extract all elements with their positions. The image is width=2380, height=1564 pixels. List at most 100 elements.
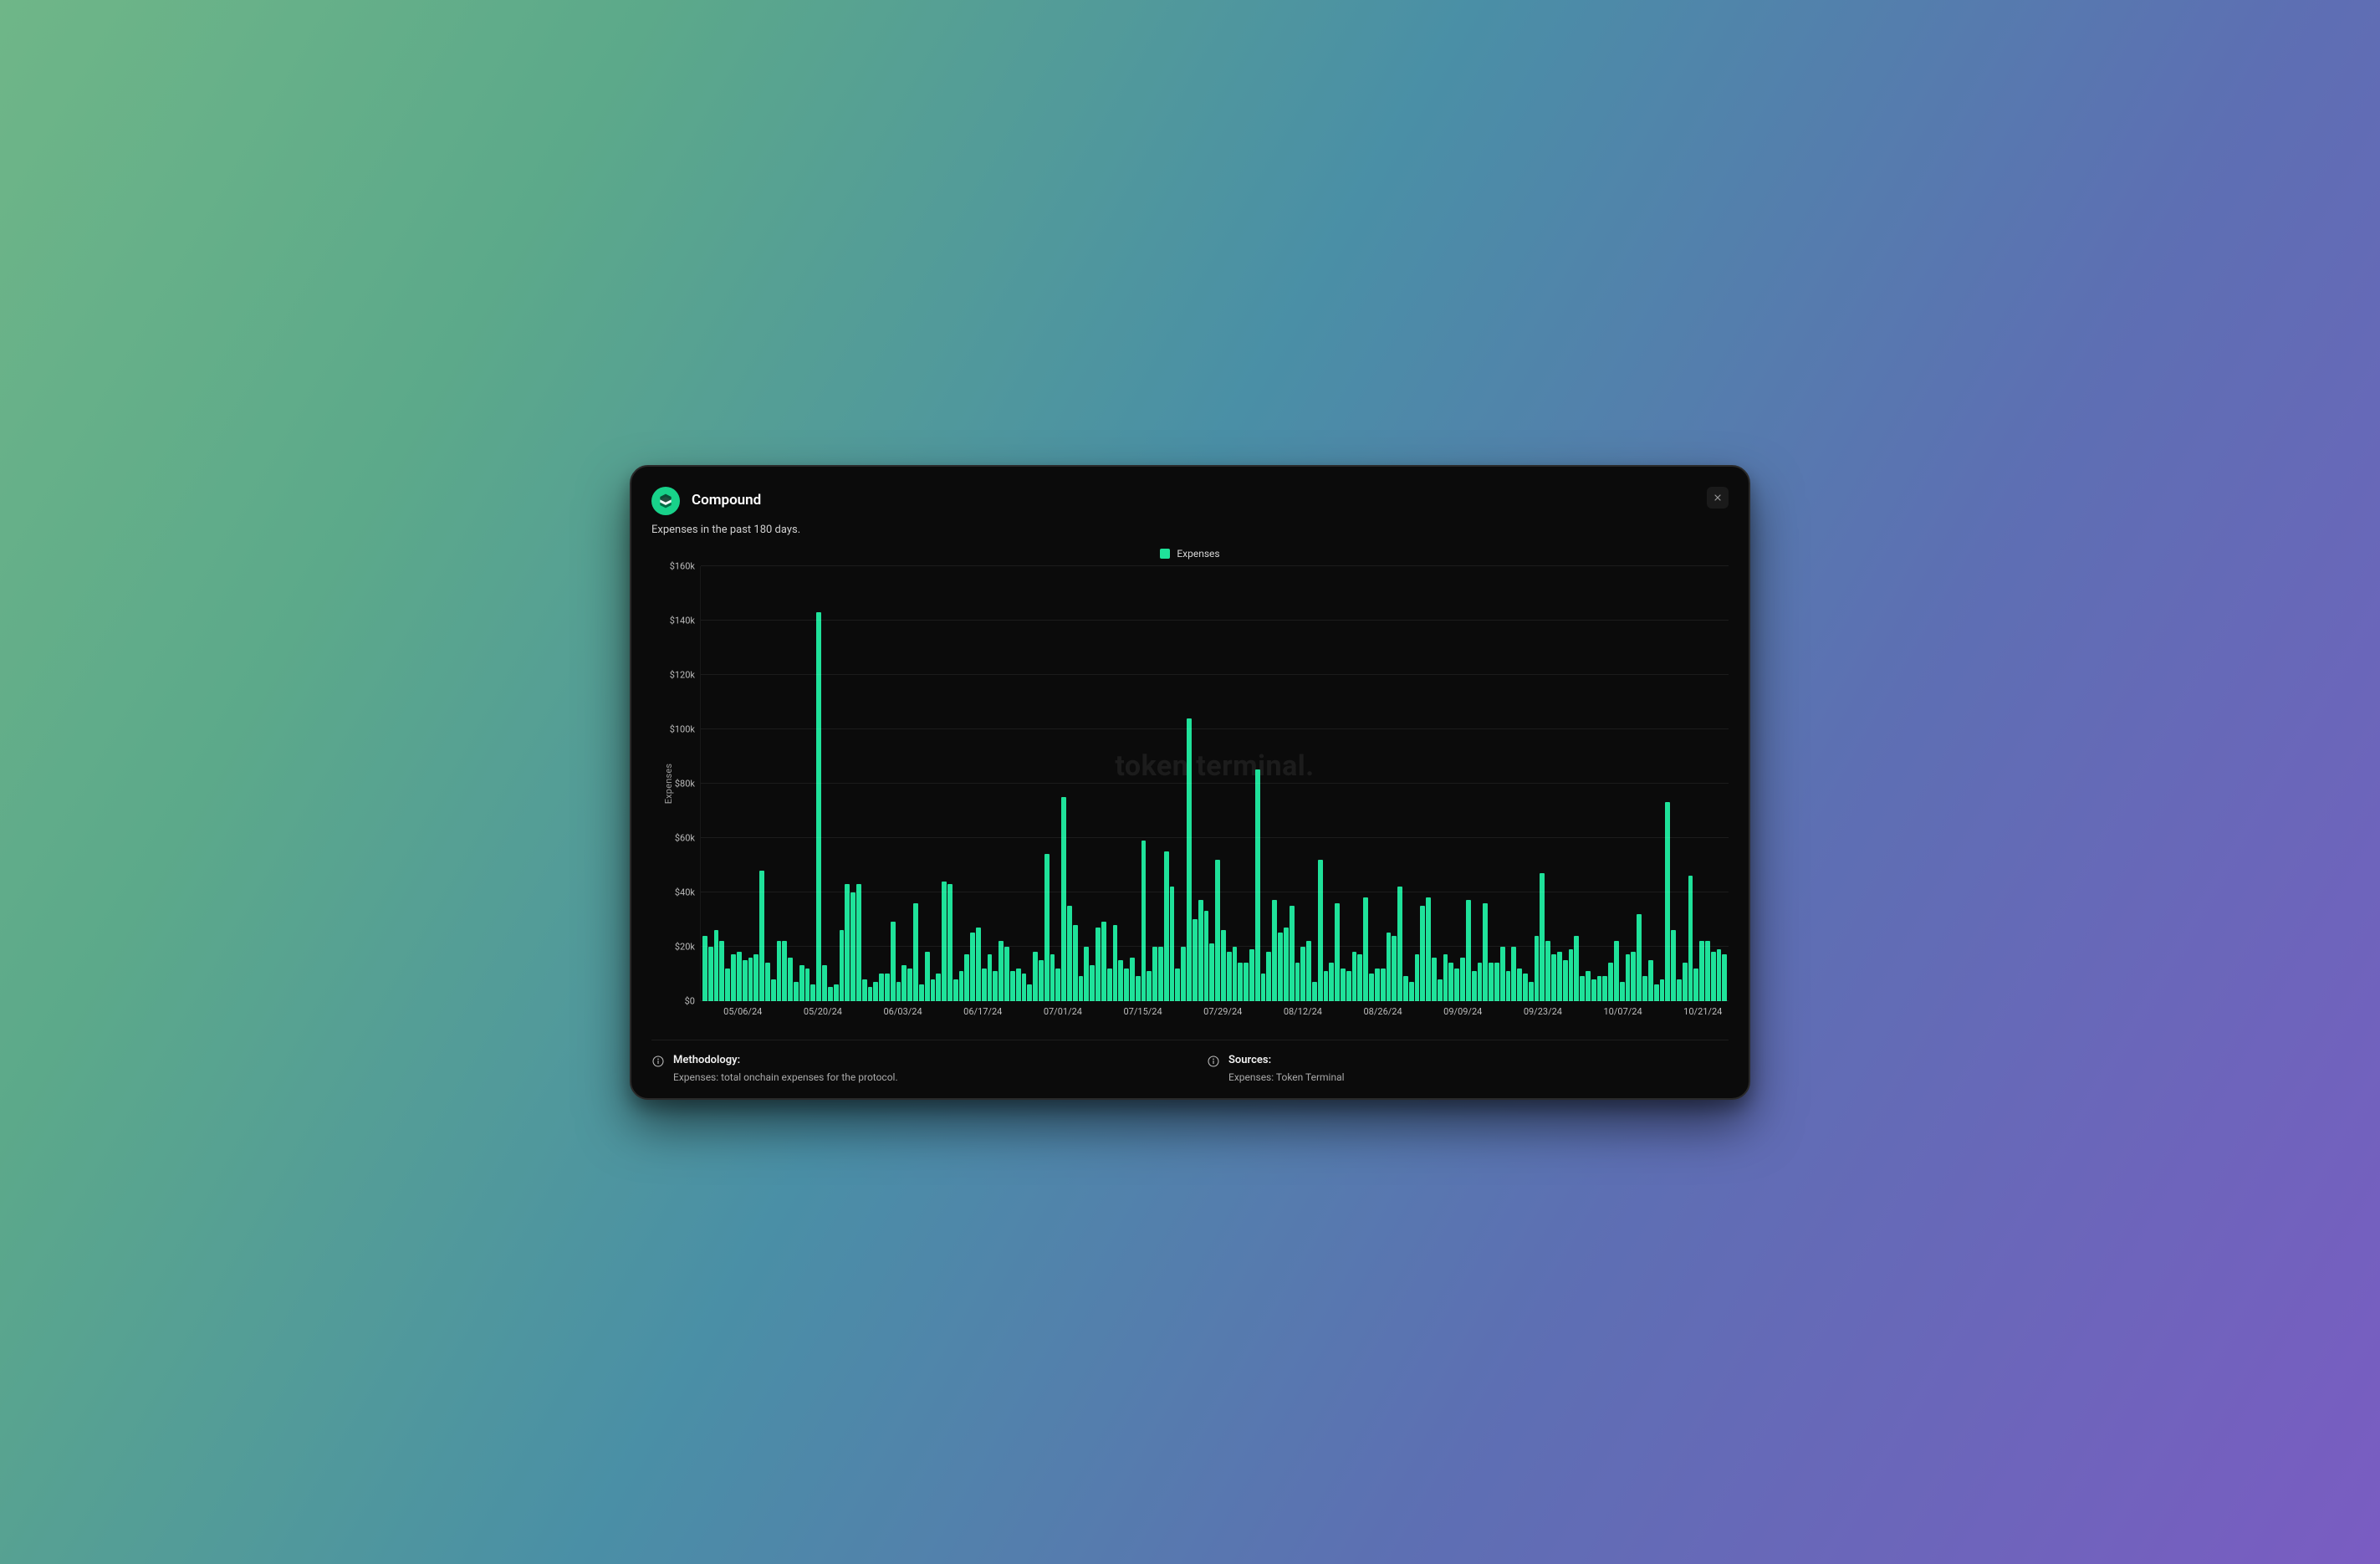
bar: [1387, 933, 1392, 1000]
bar: [1705, 941, 1710, 1001]
y-tick-label: $20k: [675, 941, 695, 952]
bar: [1181, 947, 1186, 1001]
bar: [777, 941, 782, 1001]
bar: [1454, 969, 1459, 1001]
bar: [896, 982, 901, 1001]
close-icon: [1713, 493, 1723, 503]
bar: [743, 960, 748, 1001]
bar: [1363, 897, 1368, 1001]
bar: [1602, 976, 1607, 1000]
bar: [1397, 887, 1402, 1001]
x-tick-label: 09/09/24: [1443, 1006, 1482, 1017]
x-tick-label: 08/12/24: [1284, 1006, 1322, 1017]
x-tick-label: 07/15/24: [1123, 1006, 1162, 1017]
bar: [714, 930, 719, 1001]
info-icon: [1207, 1055, 1220, 1068]
bar: [1483, 903, 1488, 1001]
methodology-text: Expenses: total onchain expenses for the…: [673, 1071, 898, 1083]
bar: [759, 871, 764, 1001]
bar: [845, 884, 850, 1001]
bar: [1084, 947, 1089, 1001]
bar: [1266, 952, 1271, 1001]
bar: [959, 971, 964, 1001]
bar: [1249, 949, 1254, 1001]
bar: [1113, 925, 1118, 1001]
bar: [868, 987, 873, 1000]
legend-label: Expenses: [1177, 548, 1219, 560]
bar: [1067, 906, 1072, 1001]
bar: [891, 922, 896, 1000]
bar: [1193, 919, 1198, 1001]
bar: [1654, 984, 1659, 1001]
y-tick-label: $40k: [675, 887, 695, 897]
bar: [1090, 965, 1095, 1000]
gridline: [701, 837, 1729, 838]
bar: [1494, 963, 1499, 1001]
compound-logo: [651, 487, 680, 515]
subtitle: Expenses in the past 180 days.: [651, 524, 1729, 536]
bar: [810, 984, 815, 1001]
info-icon: [651, 1055, 665, 1068]
bar: [816, 612, 821, 1001]
x-tick-label: 08/26/24: [1363, 1006, 1402, 1017]
bar: [1209, 943, 1214, 1000]
bar: [1580, 976, 1585, 1000]
bar: [1318, 860, 1323, 1001]
bar: [1693, 969, 1698, 1001]
bar: [794, 982, 799, 1001]
bar: [907, 969, 912, 1001]
gridline: [701, 620, 1729, 621]
bar: [901, 965, 907, 1000]
bar: [1335, 903, 1340, 1001]
bar: [1466, 900, 1471, 1000]
bar: [873, 982, 878, 1001]
bar: [1563, 960, 1568, 1001]
bar: [1677, 979, 1682, 1001]
bar: [1460, 958, 1465, 1001]
bar: [828, 987, 833, 1000]
bar: [1683, 963, 1688, 1001]
bar: [1198, 900, 1203, 1000]
bar: [1016, 969, 1021, 1001]
bar: [771, 979, 776, 1001]
close-button[interactable]: [1707, 487, 1729, 509]
footer: Methodology: Expenses: total onchain exp…: [651, 1040, 1729, 1083]
bar: [1529, 982, 1534, 1001]
bar: [1044, 854, 1050, 1001]
bar: [788, 958, 793, 1001]
x-tick-label: 06/03/24: [883, 1006, 922, 1017]
sources-title: Sources:: [1228, 1054, 1345, 1066]
bar: [1010, 971, 1015, 1001]
bar: [1221, 930, 1226, 1001]
bar: [1324, 971, 1329, 1001]
gridline: [701, 946, 1729, 947]
bar: [1284, 928, 1289, 1001]
x-tick-label: 07/01/24: [1044, 1006, 1082, 1017]
bar: [1152, 947, 1157, 1001]
bar: [1415, 954, 1420, 1000]
bar: [1432, 958, 1437, 1001]
page-title: Compound: [692, 492, 1695, 509]
bar: [1039, 960, 1044, 1001]
bar: [753, 954, 758, 1000]
legend-swatch: [1160, 549, 1170, 559]
methodology-text-wrap: Methodology: Expenses: total onchain exp…: [673, 1054, 898, 1083]
bar: [1448, 963, 1453, 1001]
bar: [1375, 969, 1380, 1001]
plot-area: token terminal.: [700, 566, 1729, 1001]
bar: [1472, 971, 1477, 1001]
bar: [1671, 930, 1676, 1001]
bar: [1170, 887, 1175, 1001]
bar: [1426, 897, 1431, 1001]
bar: [1591, 979, 1596, 1001]
header: Compound: [651, 487, 1729, 515]
bar: [998, 941, 1004, 1001]
bar: [993, 971, 998, 1001]
bar: [1055, 969, 1060, 1001]
bar: [925, 952, 930, 1001]
y-tick-label: $80k: [675, 778, 695, 789]
x-tick-label: 10/21/24: [1683, 1006, 1722, 1017]
bar: [862, 979, 867, 1001]
bar: [1511, 947, 1516, 1001]
bar: [1261, 974, 1266, 1001]
